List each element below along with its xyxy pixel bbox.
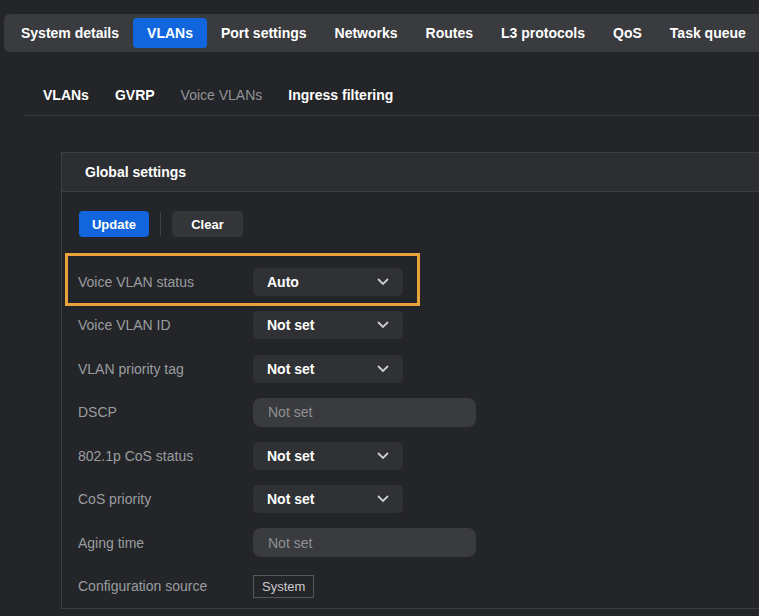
field-label: VLAN priority tag [78,361,253,377]
global-settings-panel: Global settings Update Clear Voice VLAN … [61,152,759,609]
top-nav-item-l3-protocols[interactable]: L3 protocols [487,18,599,48]
select-value: Not set [267,448,314,464]
top-nav-item-networks[interactable]: Networks [321,18,412,48]
select-value: Auto [267,274,299,290]
form-row-voice-vlan-id: Voice VLAN ID Not set [62,304,759,348]
top-nav-item-port-settings[interactable]: Port settings [207,18,321,48]
update-button[interactable]: Update [79,211,149,237]
select-value: Not set [267,491,314,507]
field-label: 802.1p CoS status [78,448,253,464]
top-nav-item-system-details[interactable]: System details [7,18,133,48]
select-value: Not set [267,317,314,333]
sub-nav-item-voice-vlans[interactable]: Voice VLANs [168,87,276,103]
form-row-dscp: DSCPNot set [62,391,759,435]
form-row-configuration-source: Configuration sourceSystem [62,565,759,609]
button-separator [160,212,161,236]
top-nav-item-qos[interactable]: QoS [599,18,656,48]
sub-nav: VLANsGVRPVoice VLANsIngress filtering [30,84,406,106]
sub-nav-divider [24,115,759,116]
field-label: Voice VLAN ID [78,317,253,333]
panel-title: Global settings [85,164,186,180]
chevron-down-icon [377,452,389,460]
vlan-priority-tag-select[interactable]: Not set [253,355,403,383]
chevron-down-icon [377,365,389,373]
settings-form: Voice VLAN status Auto Voice VLAN ID Not se… [62,260,759,608]
aging-time-input[interactable]: Not set [253,528,476,557]
clear-button[interactable]: Clear [172,211,243,237]
form-row-vlan-priority-tag: VLAN priority tag Not set [62,347,759,391]
chevron-down-icon [377,495,389,503]
form-row-802-1p-cos-status: 802.1p CoS status Not set [62,434,759,478]
cos-priority-select[interactable]: Not set [253,485,403,513]
button-row: Update Clear [79,211,243,237]
sub-nav-item-vlans[interactable]: VLANs [30,87,102,103]
top-nav-item-routes[interactable]: Routes [412,18,487,48]
chevron-down-icon [377,278,389,286]
panel-header: Global settings [62,153,759,192]
chevron-down-icon [377,321,389,329]
top-nav-item-task-queue[interactable]: Task queue [656,18,759,48]
field-label: CoS priority [78,491,253,507]
top-nav-item-vlans[interactable]: VLANs [133,18,207,48]
form-row-cos-priority: CoS priority Not set [62,478,759,522]
field-label: Aging time [78,535,253,551]
802-1p-cos-status-select[interactable]: Not set [253,442,403,470]
field-label: Voice VLAN status [78,274,253,290]
dscp-input[interactable]: Not set [253,398,476,427]
voice-vlan-status-select[interactable]: Auto [253,268,403,296]
sub-nav-item-ingress-filtering[interactable]: Ingress filtering [275,87,406,103]
field-label: DSCP [78,404,253,420]
configuration-source-value: System [253,575,314,598]
voice-vlan-id-select[interactable]: Not set [253,311,403,339]
field-label: Configuration source [78,578,253,594]
form-row-voice-vlan-status: Voice VLAN status Auto [62,260,759,304]
form-row-aging-time: Aging timeNot set [62,521,759,565]
sub-nav-item-gvrp[interactable]: GVRP [102,87,168,103]
top-nav: System detailsVLANsPort settingsNetworks… [4,14,759,52]
select-value: Not set [267,361,314,377]
